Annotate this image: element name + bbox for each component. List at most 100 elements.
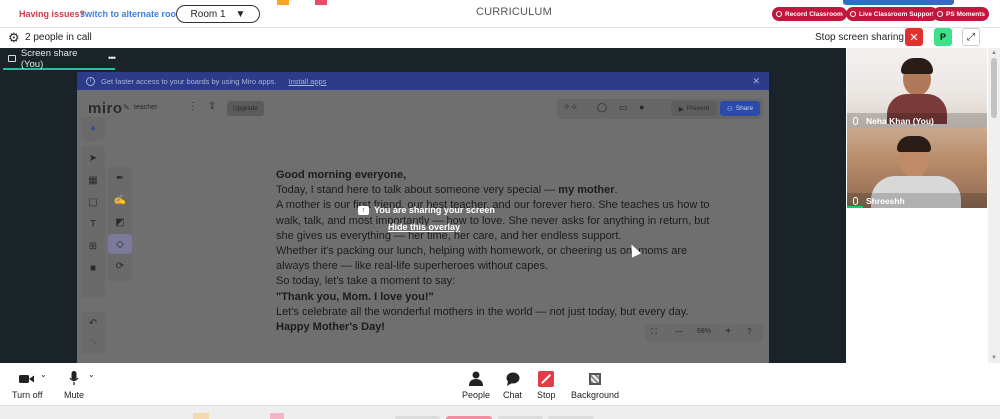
live-support-button[interactable]: Live Classroom Support: [846, 7, 939, 21]
redo-icon: ↷: [88, 337, 98, 349]
close-icon[interactable]: ✕: [752, 76, 760, 87]
doc-line: Good morning everyone,: [276, 169, 407, 181]
decor-stripe: [315, 0, 327, 5]
mute-label: Mute: [64, 390, 85, 400]
stop-sharing-button[interactable]: ✕: [905, 28, 923, 46]
share-icon: ⚇: [726, 105, 733, 113]
highlighter-tool[interactable]: ✍: [108, 190, 132, 210]
people-button[interactable]: People: [462, 370, 490, 400]
turn-off-label: Turn off: [12, 390, 43, 400]
video-icon[interactable]: ▭: [619, 102, 628, 113]
vertical-scrollbar[interactable]: ▲ ▼: [988, 48, 1000, 363]
magic-tool-button[interactable]: ✦: [81, 117, 105, 141]
background-label: Background: [571, 390, 620, 400]
chat-bubble-icon[interactable]: ◯: [597, 102, 607, 113]
support-icon: [850, 11, 856, 17]
doc-line: Today, I stand here to talk about someon…: [276, 183, 746, 198]
select-tool[interactable]: ➤: [81, 148, 105, 168]
record-classroom-label: Record Classroom: [785, 10, 843, 18]
close-icon: ✕: [909, 31, 919, 44]
install-apps-link[interactable]: Install apps: [289, 77, 327, 86]
decor-stripe: [270, 413, 284, 419]
board-name[interactable]: teacher: [134, 104, 157, 111]
doc-line-bold: my mother: [558, 184, 615, 197]
scrollbar-thumb[interactable]: [991, 58, 997, 118]
present-label: Present: [686, 105, 710, 112]
miro-logo: miro: [88, 100, 123, 117]
record-icon: [776, 11, 782, 17]
undo-button[interactable]: ↶: [81, 313, 105, 333]
fullscreen-button[interactable]: ⤢: [962, 28, 980, 46]
sticky-note-icon: ▢: [88, 196, 98, 208]
chevron-down-icon[interactable]: ⌄: [88, 370, 95, 379]
media-tool[interactable]: ■: [81, 258, 105, 278]
participant-hair: [901, 58, 933, 74]
participant-name-bar: Shreeshh: [847, 193, 987, 208]
zoom-in-button[interactable]: +: [725, 325, 731, 337]
scroll-up-icon[interactable]: ▲: [991, 50, 997, 56]
zoom-out-button[interactable]: —: [675, 327, 683, 336]
room-label: Room 1: [190, 8, 226, 20]
upload-icon[interactable]: ⇪: [208, 101, 216, 112]
chat-button[interactable]: Chat: [503, 370, 522, 400]
people-label: People: [462, 390, 491, 400]
chevron-down-icon: ▼: [235, 8, 246, 20]
ps-moments-button[interactable]: PS Moments: [933, 7, 990, 21]
switch-room-link[interactable]: switch to alternate room: [80, 9, 184, 19]
lasso-tool[interactable]: ⟳: [108, 256, 132, 276]
room-selector[interactable]: Room 1 ▼: [176, 5, 260, 23]
zoom-controls: ⛶ — 68% + ?: [645, 324, 763, 342]
text-tool[interactable]: T: [81, 214, 105, 234]
media-icon: ■: [89, 262, 97, 274]
cursor-icon: ➤: [88, 152, 98, 164]
gear-icon[interactable]: ⚙: [8, 30, 20, 46]
camera-toggle-button[interactable]: Turn off: [12, 370, 43, 400]
pen-icon: ✒: [115, 172, 125, 184]
doc-line: Let's celebrate all the wonderful mother…: [276, 305, 689, 318]
reactions-icon[interactable]: ✧✧: [563, 102, 578, 113]
doc-line: walk, talk, and most importantly — how t…: [276, 214, 710, 227]
sticky-note-tool[interactable]: ▢: [81, 192, 105, 212]
scroll-down-icon[interactable]: ▼: [991, 355, 997, 361]
present-button[interactable]: ▶ Present: [671, 101, 717, 116]
upload-icon: ↑: [358, 205, 369, 215]
participant-tile[interactable]: Neha Khan (You): [847, 48, 987, 128]
record-classroom-button[interactable]: Record Classroom: [772, 7, 847, 21]
doc-line: A mother is our first friend, our best t…: [276, 199, 710, 212]
eraser-tool[interactable]: ◇: [108, 234, 132, 254]
participant-tile[interactable]: Shreeshh: [847, 128, 987, 208]
redo-button[interactable]: ↷: [81, 333, 105, 353]
lasso-icon: ⟳: [115, 260, 125, 272]
decor-stripe: [277, 0, 289, 5]
help-icon[interactable]: ?: [747, 327, 751, 336]
chat-bubble-icon: [506, 370, 520, 387]
doc-line: "Thank you, Mom. I love you!": [276, 290, 434, 303]
microphone-icon: [69, 370, 79, 387]
apps-tool[interactable]: ⊞: [81, 236, 105, 256]
pen-tool[interactable]: ✒: [108, 168, 132, 188]
shape-tool[interactable]: ◩: [108, 212, 132, 232]
bottom-strip: [0, 405, 1000, 419]
avatar[interactable]: P: [934, 28, 952, 46]
live-support-label: Live Classroom Support: [859, 10, 935, 18]
more-icon[interactable]: •••: [108, 53, 116, 64]
fit-screen-icon[interactable]: ⛶: [651, 327, 657, 337]
user-avatar-icon[interactable]: ●: [639, 102, 644, 112]
chevron-down-icon[interactable]: ⌄: [40, 370, 47, 379]
stop-sharing-label: Stop screen sharing: [815, 32, 904, 43]
mute-button[interactable]: Mute: [64, 370, 84, 400]
stop-share-button[interactable]: Stop: [537, 370, 556, 400]
background-button[interactable]: Background: [571, 370, 619, 400]
microphone-icon: [853, 196, 858, 205]
board-menu-icon[interactable]: ⋮: [188, 101, 198, 112]
background-icon: [589, 370, 602, 387]
tab-screen-share[interactable]: Screen share (You) •••: [3, 48, 116, 70]
upgrade-button[interactable]: Upgrade: [227, 101, 264, 116]
doc-line: So today, let's take a moment to say:: [276, 275, 456, 288]
frame-tool[interactable]: ▦: [81, 170, 105, 190]
banner-text: Get faster access to your boards by usin…: [101, 76, 277, 86]
call-bar: ⚙ 2 people in call Stop screen sharing ✕…: [0, 28, 1000, 48]
hide-overlay-link[interactable]: Hide this overlay: [388, 222, 460, 232]
stop-label: Stop: [537, 390, 556, 400]
share-button[interactable]: ⚇ Share: [720, 101, 760, 116]
